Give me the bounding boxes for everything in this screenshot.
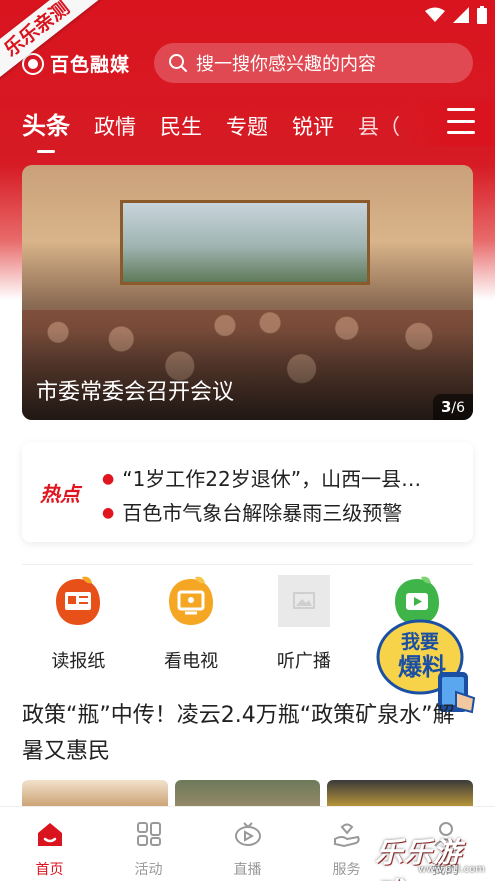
hot-label: 热点 bbox=[40, 482, 80, 506]
search-placeholder: 搜一搜你感兴趣的内容 bbox=[196, 54, 376, 75]
newspaper-icon bbox=[56, 576, 101, 625]
tv-icon bbox=[169, 576, 214, 625]
image-placeholder-icon bbox=[277, 575, 330, 627]
status-bar bbox=[425, 6, 487, 24]
banner-title: 市委常委会召开会议 bbox=[36, 380, 235, 405]
tab-topics[interactable]: 专题 bbox=[226, 111, 268, 141]
nav-label: 活动 bbox=[134, 862, 163, 878]
tab-commentary[interactable]: 锐评 bbox=[292, 111, 334, 141]
shortcut-tv[interactable]: 看电视 bbox=[135, 575, 248, 673]
bullet-icon: ● bbox=[102, 471, 115, 487]
bullet-icon: ● bbox=[102, 505, 115, 521]
wifi-icon bbox=[425, 7, 445, 22]
battery-icon bbox=[477, 6, 487, 24]
activity-grid-icon bbox=[136, 822, 161, 846]
channel-menu-icon[interactable] bbox=[447, 108, 475, 134]
hot-list: ● “1岁工作22岁退休”，山西一县… ● 百色市气象台解除暴雨三级预警 bbox=[102, 462, 421, 530]
tab-politics[interactable]: 政情 bbox=[94, 111, 136, 141]
banner-page-total: /6 bbox=[451, 400, 466, 416]
cellular-signal-icon bbox=[453, 7, 469, 23]
live-play-icon bbox=[234, 822, 261, 846]
banner-page-indicator: 3/6 bbox=[433, 394, 473, 420]
report-line1: 我要 bbox=[401, 631, 439, 653]
nav-activity[interactable]: 活动 bbox=[99, 807, 198, 881]
shortcut-newspaper[interactable]: 读报纸 bbox=[22, 575, 135, 673]
hot-item-text: 百色市气象台解除暴雨三级预警 bbox=[122, 501, 403, 525]
shortcut-label: 读报纸 bbox=[51, 651, 106, 672]
nav-live[interactable]: 直播 bbox=[198, 807, 297, 881]
divider bbox=[22, 564, 473, 565]
hot-item[interactable]: ● 百色市气象台解除暴雨三级预警 bbox=[102, 496, 421, 530]
shortcut-label: 看电视 bbox=[164, 651, 219, 672]
app-name: 百色融媒 bbox=[50, 54, 131, 76]
hot-news-card: 热点 ● “1岁工作22岁退休”，山西一县… ● 百色市气象台解除暴雨三级预警 bbox=[22, 442, 473, 542]
banner-page-current: 3 bbox=[440, 398, 452, 416]
tab-county[interactable]: 县（ bbox=[358, 111, 400, 141]
channel-tabs: 头条 政情 民生 专题 锐评 县（ bbox=[22, 106, 424, 153]
watermark-url: www.61l.com bbox=[418, 864, 485, 875]
shortcut-radio[interactable]: 听广播 bbox=[248, 575, 361, 673]
nav-label: 直播 bbox=[233, 862, 262, 878]
service-hand-icon bbox=[333, 823, 360, 848]
watermark: 乐乐游戏 www.61l.com bbox=[375, 826, 495, 881]
tab-headlines[interactable]: 头条 bbox=[22, 106, 70, 153]
home-icon bbox=[37, 823, 62, 846]
hot-item[interactable]: ● “1岁工作22岁退休”，山西一县… bbox=[102, 462, 421, 496]
shortcut-label: 听广播 bbox=[276, 651, 331, 672]
app-logo: 百色融媒 bbox=[22, 50, 130, 77]
tab-livelihood[interactable]: 民生 bbox=[160, 111, 202, 141]
banner-carousel[interactable]: 市委常委会召开会议 3/6 bbox=[22, 165, 473, 420]
banner-photo-painting bbox=[120, 200, 370, 285]
nav-label: 首页 bbox=[35, 862, 64, 878]
hot-item-text: “1岁工作22岁退休”，山西一县… bbox=[122, 467, 422, 491]
nav-home[interactable]: 首页 bbox=[0, 807, 99, 881]
news-headline[interactable]: 政策“瓶”中传！凌云2.4万瓶“政策矿泉水”解暑又惠民 bbox=[22, 698, 473, 770]
search-bar[interactable]: 搜一搜你感兴趣的内容 bbox=[154, 43, 473, 83]
search-icon bbox=[169, 54, 187, 72]
